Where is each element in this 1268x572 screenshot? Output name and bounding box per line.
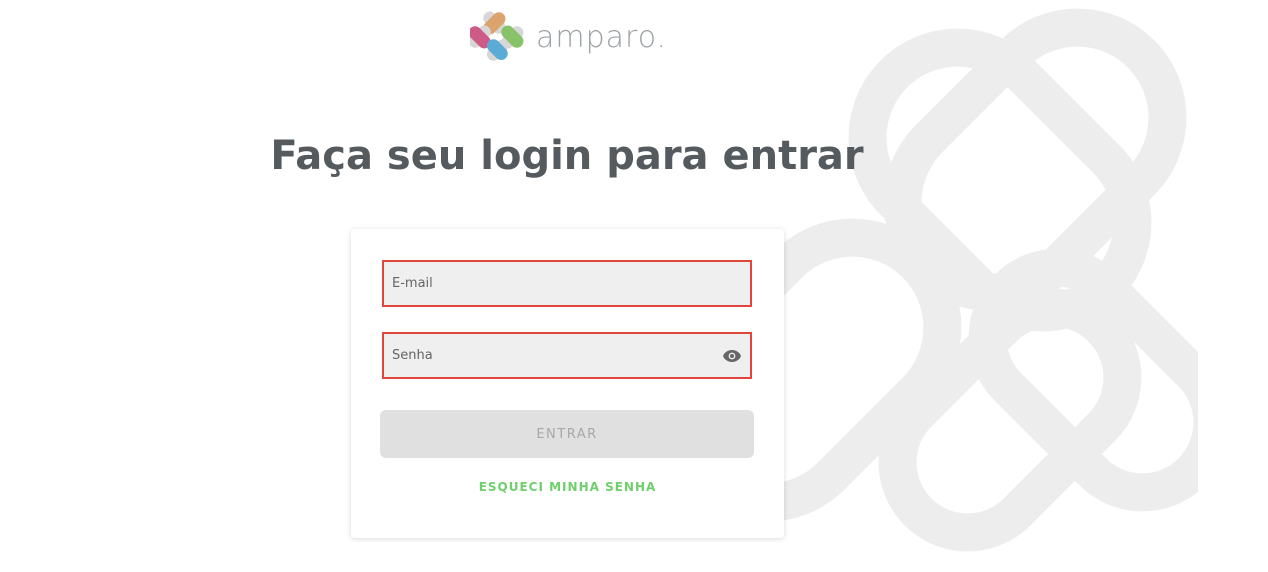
logo-flower-icon: [470, 11, 524, 61]
login-button[interactable]: ENTRAR: [380, 410, 754, 458]
email-field-wrapper: [382, 260, 752, 307]
password-input[interactable]: [384, 334, 750, 377]
eye-icon[interactable]: [722, 348, 742, 367]
password-field-wrapper: [382, 332, 752, 379]
forgot-password-link[interactable]: ESQUECI MINHA SENHA: [351, 480, 784, 494]
logo-text: amparo.: [536, 19, 668, 55]
page-title: Faça seu login para entrar: [270, 133, 864, 179]
email-input[interactable]: [384, 262, 750, 305]
amparo-logo: amparo.: [470, 10, 667, 64]
login-card: ENTRAR ESQUECI MINHA SENHA: [351, 229, 784, 538]
